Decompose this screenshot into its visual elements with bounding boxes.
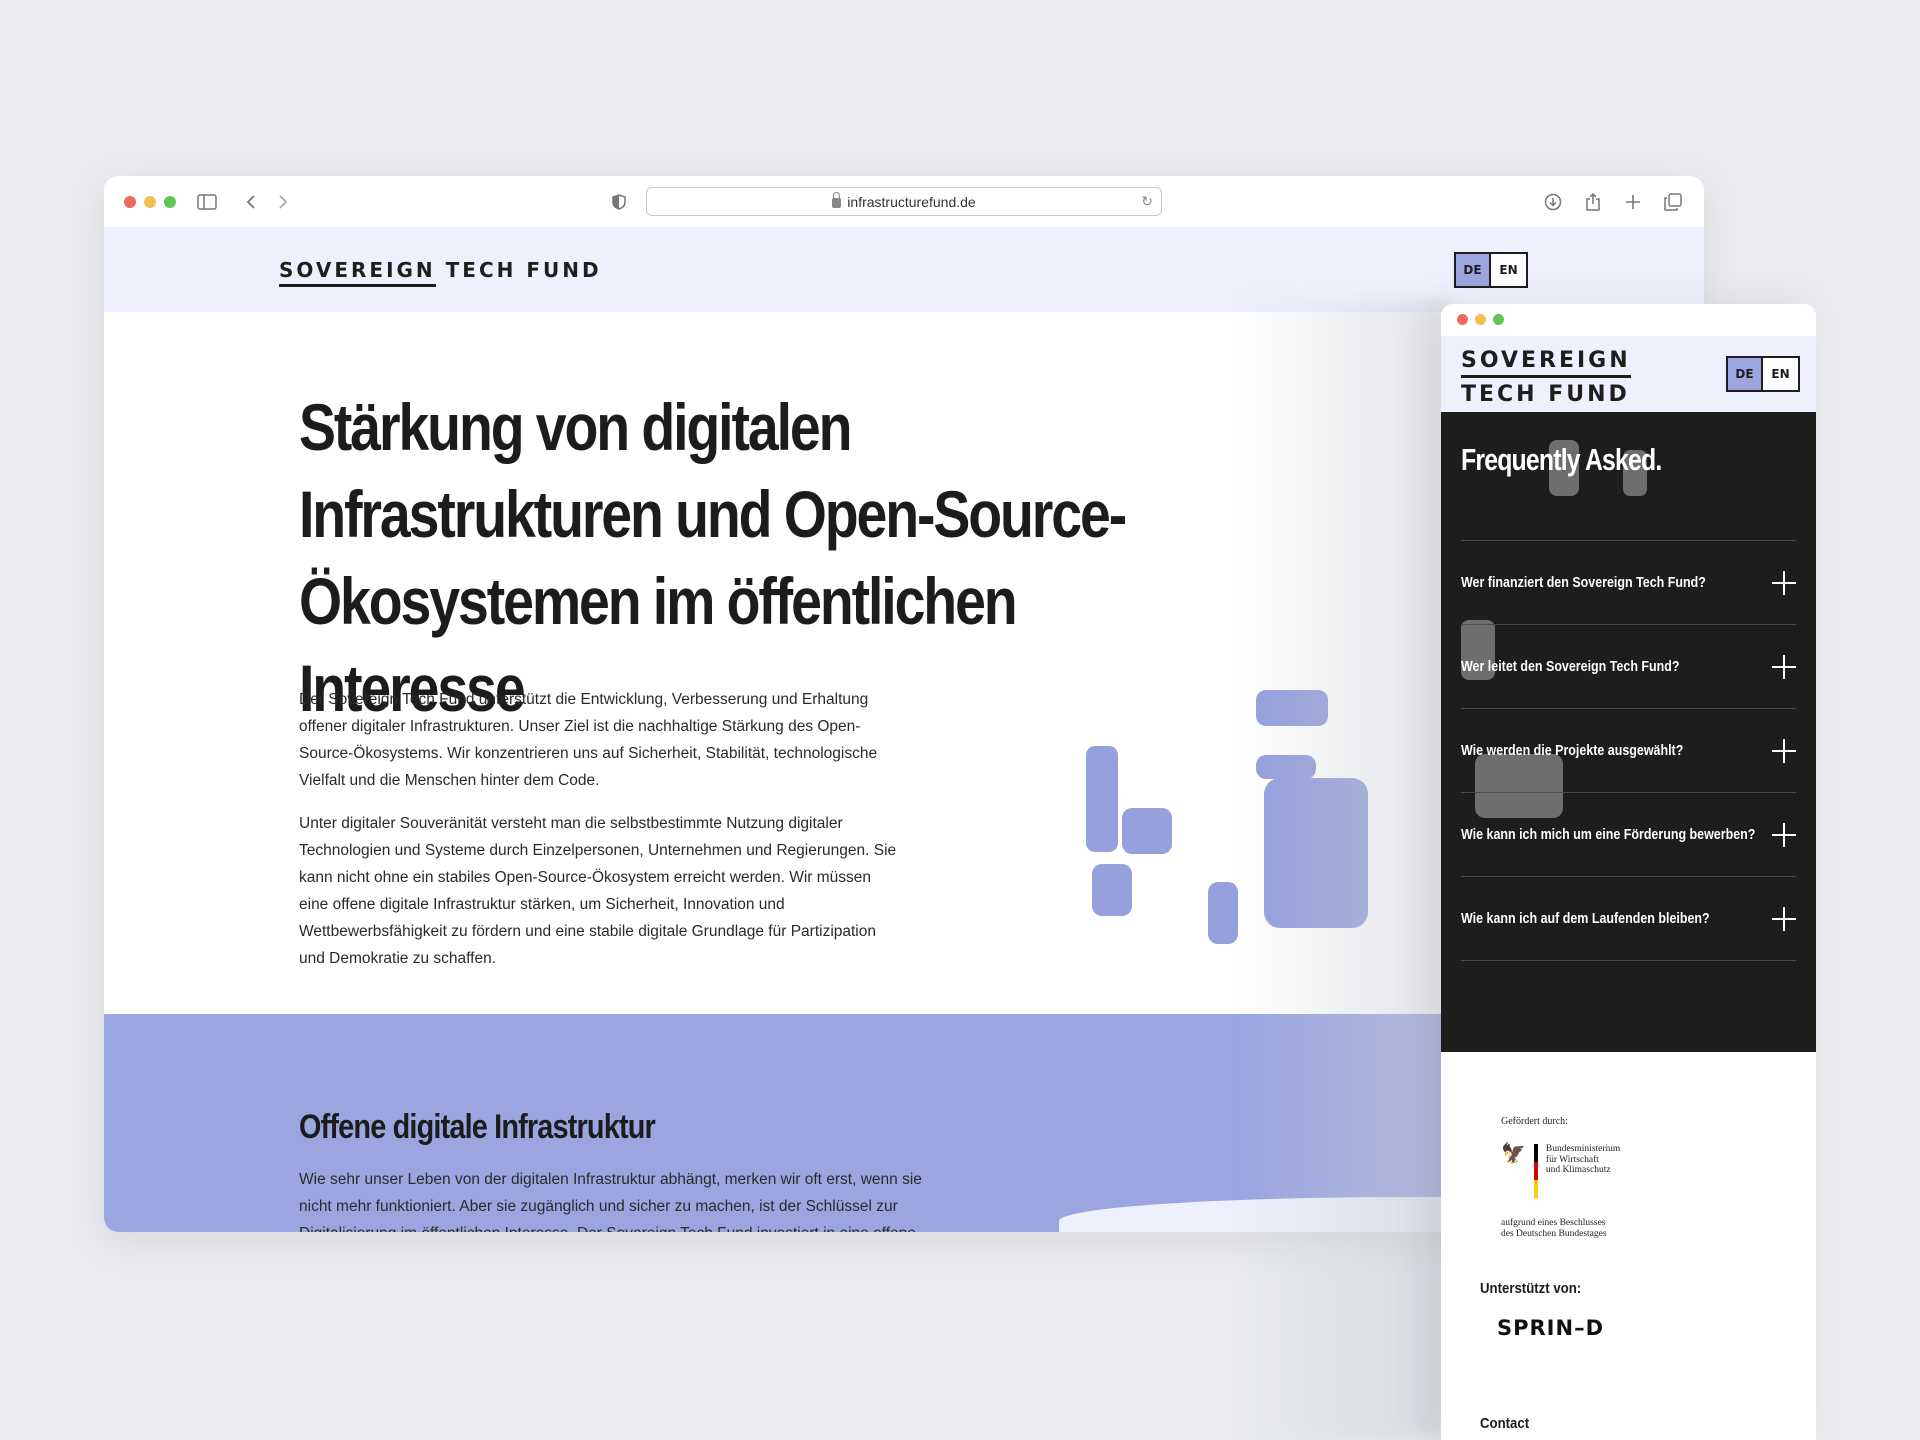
faq-question: Wie werden die Projekte ausgewählt?: [1461, 742, 1684, 759]
privacy-shield-icon[interactable]: [608, 191, 630, 213]
mobile-language-switcher: DE EN: [1726, 356, 1804, 396]
window-controls: [124, 196, 176, 208]
shape: [1092, 864, 1132, 916]
shape: [1208, 882, 1238, 944]
hero-paragraph-1: Der Sovereign Tech Fund unterstützt die …: [299, 691, 878, 789]
url-text: infrastructurefund.de: [847, 193, 976, 210]
mobile-browser-window: SOVEREIGN TECH FUND DE EN Frequently Ask…: [1441, 304, 1816, 1440]
download-icon[interactable]: [1542, 191, 1564, 213]
mobile-lang-de-button[interactable]: DE: [1726, 356, 1763, 392]
logo-word-tech-fund: TECH FUND: [445, 258, 602, 282]
ministry-line: für Wirtschaft: [1545, 1154, 1599, 1165]
plus-icon[interactable]: [1772, 571, 1796, 595]
mobile-logo-line-2: TECH FUND: [1461, 382, 1630, 407]
faq-question: Wie kann ich mich um eine Förderung bewe…: [1461, 826, 1756, 843]
decision-line: des Deutschen Bundestages: [1501, 1228, 1607, 1239]
ministry-name: Bundesministerium für Wirtschaft und Kli…: [1546, 1144, 1620, 1198]
reload-icon[interactable]: ↻: [1141, 193, 1153, 210]
supported-by-label: Unterstützt von:: [1480, 1280, 1582, 1297]
minimize-window-button[interactable]: [144, 196, 156, 208]
section-title: Offene digitale Infrastruktur: [299, 1108, 656, 1146]
forward-arrow-icon[interactable]: [272, 191, 294, 213]
funded-by-label: Gefördert durch:: [1501, 1116, 1568, 1127]
faq-question: Wer leitet den Sovereign Tech Fund?: [1461, 658, 1680, 675]
faq-title: Frequently Asked.: [1461, 442, 1662, 477]
logo-word-sovereign: SOVEREIGN: [279, 258, 436, 287]
plus-icon[interactable]: [1772, 907, 1796, 931]
mobile-toolbar: [1441, 304, 1816, 336]
ministry-logo[interactable]: 🦅 Bundesministerium für Wirtschaft und K…: [1501, 1144, 1620, 1198]
plus-icon[interactable]: [1772, 739, 1796, 763]
faq-item[interactable]: Wer leitet den Sovereign Tech Fund?: [1461, 625, 1796, 709]
sidebar-toggle-icon[interactable]: [196, 191, 218, 213]
hero-paragraph-2: Unter digitaler Souveränität versteht ma…: [299, 815, 897, 967]
site-logo[interactable]: SOVEREIGN TECH FUND: [279, 258, 602, 287]
german-flag-stripe: [1533, 1144, 1538, 1198]
tab-overview-icon[interactable]: [1662, 191, 1684, 213]
mobile-window-controls: [1457, 314, 1504, 325]
mobile-logo-line-1: SOVEREIGN: [1461, 348, 1631, 378]
back-arrow-icon[interactable]: [240, 191, 262, 213]
browser-toolbar: infrastructurefund.de ↻: [104, 176, 1704, 228]
mobile-maximize-button[interactable]: [1493, 314, 1504, 325]
mobile-close-button[interactable]: [1457, 314, 1468, 325]
faq-item[interactable]: Wie kann ich mich um eine Förderung bewe…: [1461, 793, 1796, 877]
new-tab-plus-icon[interactable]: [1622, 191, 1644, 213]
faq-question: Wer finanziert den Sovereign Tech Fund?: [1461, 574, 1706, 591]
page-title: Stärkung von digitalen Infrastrukturen u…: [299, 390, 1127, 725]
faq-item[interactable]: Wie werden die Projekte ausgewählt?: [1461, 709, 1796, 793]
faq-question: Wie kann ich auf dem Laufenden bleiben?: [1461, 910, 1710, 927]
site-header: SOVEREIGN TECH FUND DE EN: [104, 228, 1704, 312]
address-bar[interactable]: infrastructurefund.de ↻: [646, 187, 1162, 216]
faq-item[interactable]: Wer finanziert den Sovereign Tech Fund?: [1461, 541, 1796, 625]
bundestag-decision-note: aufgrund eines Beschlusses des Deutschen…: [1501, 1218, 1607, 1239]
contact-heading[interactable]: Contact: [1480, 1415, 1529, 1432]
share-icon[interactable]: [1582, 191, 1604, 213]
plus-icon[interactable]: [1772, 655, 1796, 679]
faq-item[interactable]: Wie kann ich auf dem Laufenden bleiben?: [1461, 877, 1796, 961]
ministry-line: und Klimaschutz: [1545, 1165, 1611, 1175]
section-paragraph: Wie sehr unser Leben von der digitalen I…: [299, 1171, 922, 1232]
shape: [1086, 746, 1118, 852]
federal-eagle-icon: 🦅: [1501, 1143, 1526, 1165]
lang-de-button[interactable]: DE: [1454, 252, 1491, 288]
mobile-minimize-button[interactable]: [1475, 314, 1486, 325]
decision-line: aufgrund eines Beschlusses: [1501, 1218, 1606, 1228]
mobile-lang-en-button[interactable]: EN: [1763, 356, 1800, 392]
maximize-window-button[interactable]: [164, 196, 176, 208]
mobile-shadow: [1240, 300, 1450, 1440]
shape: [1122, 808, 1172, 854]
plus-icon[interactable]: [1772, 823, 1796, 847]
lock-icon: [832, 192, 842, 208]
faq-section: Frequently Asked. Wer finanziert den Sov…: [1441, 412, 1816, 1052]
language-switcher: DE EN: [1454, 252, 1532, 292]
sprind-logo[interactable]: SPRIN–D: [1497, 1316, 1604, 1340]
lang-en-button[interactable]: EN: [1491, 252, 1528, 288]
mobile-site-header: SOVEREIGN TECH FUND DE EN: [1441, 336, 1816, 412]
ministry-line: Bundesministerium: [1545, 1144, 1621, 1154]
mobile-site-logo[interactable]: SOVEREIGN TECH FUND: [1461, 344, 1631, 412]
close-window-button[interactable]: [124, 196, 136, 208]
faq-list: Wer finanziert den Sovereign Tech Fund? …: [1461, 540, 1796, 961]
mobile-footer: Gefördert durch: 🦅 Bundesministerium für…: [1441, 1052, 1816, 1440]
